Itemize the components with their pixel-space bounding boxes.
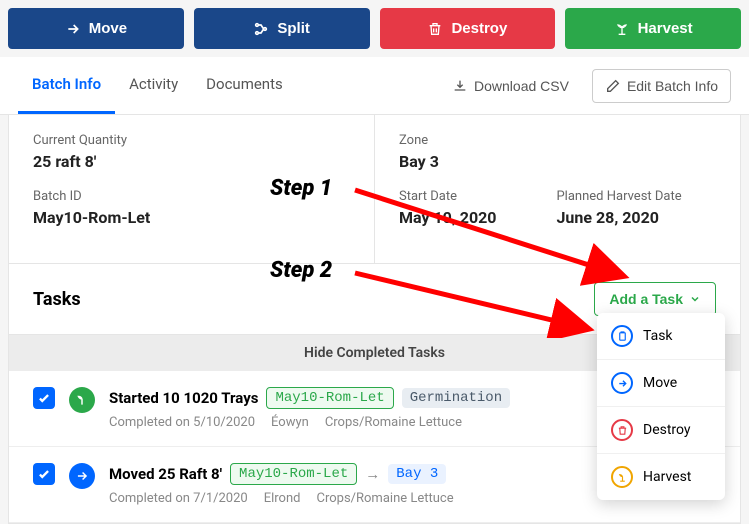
tasks-title: Tasks (33, 289, 81, 310)
dropdown-item-move[interactable]: Move (597, 360, 725, 407)
check-icon (37, 391, 51, 405)
destination-tag[interactable]: Bay 3 (388, 464, 446, 484)
batch-id-value: May10-Rom-Let (33, 208, 350, 227)
edit-icon (605, 78, 621, 94)
stage-tag[interactable]: Germination (402, 388, 510, 408)
chevron-down-icon (689, 293, 701, 305)
harvest-button[interactable]: Harvest (565, 8, 741, 49)
spacer-block (556, 133, 681, 171)
top-action-bar: Move Split Destroy Harvest (0, 0, 749, 57)
add-task-label: Add a Task (609, 291, 683, 307)
start-date-label: Start Date (399, 189, 496, 204)
plant-icon (611, 466, 633, 488)
download-icon (452, 78, 468, 94)
tab-batch-info[interactable]: Batch Info (18, 57, 115, 114)
arrow-right-icon (65, 21, 81, 37)
info-right-col2: Planned Harvest Date June 28, 2020 (556, 133, 681, 245)
dropdown-label: Task (643, 328, 673, 344)
current-quantity-label: Current Quantity (33, 133, 350, 148)
trash-icon (427, 21, 443, 37)
tab-bar: Batch Info Activity Documents Download C… (0, 57, 749, 115)
batch-id-label: Batch ID (33, 189, 350, 204)
batch-info-grid: Current Quantity 25 raft 8' Batch ID May… (8, 115, 741, 264)
clipboard-icon (611, 325, 633, 347)
task-title: Moved 25 Raft 8' (109, 465, 222, 483)
completed-date: Completed on 7/1/2020 (109, 491, 248, 506)
add-task-button[interactable]: Add a Task (594, 282, 716, 316)
zone-value: Bay 3 (399, 152, 496, 171)
zone-block: Zone Bay 3 (399, 133, 496, 171)
harvest-date-block: Planned Harvest Date June 28, 2020 (556, 189, 681, 227)
move-button-label: Move (89, 20, 127, 37)
tab-activity[interactable]: Activity (115, 57, 192, 114)
edit-batch-info-label: Edit Batch Info (627, 78, 718, 94)
split-button-label: Split (277, 20, 310, 37)
crop-path: Crops/Romaine Lettuce (316, 491, 453, 506)
info-left-column: Current Quantity 25 raft 8' Batch ID May… (9, 115, 374, 263)
check-icon (37, 467, 51, 481)
user-name: Éowyn (271, 415, 309, 430)
task-checkbox[interactable] (33, 387, 55, 409)
batch-tag[interactable]: May10-Rom-Let (230, 463, 357, 485)
destroy-button[interactable]: Destroy (380, 8, 556, 49)
batch-tag[interactable]: May10-Rom-Let (266, 387, 393, 409)
harvest-date-label: Planned Harvest Date (556, 189, 681, 204)
zone-label: Zone (399, 133, 496, 148)
start-date-value: May 10, 2020 (399, 208, 496, 227)
current-quantity-value: 25 raft 8' (33, 152, 350, 171)
dropdown-label: Destroy (643, 422, 691, 438)
download-csv-label: Download CSV (474, 78, 569, 94)
crop-path: Crops/Romaine Lettuce (325, 415, 462, 430)
move-button[interactable]: Move (8, 8, 184, 49)
arrow-separator-icon: → (365, 465, 380, 483)
arrow-right-icon (611, 372, 633, 394)
user-name: Elrond (264, 491, 301, 506)
download-csv-button[interactable]: Download CSV (439, 69, 582, 103)
dropdown-label: Harvest (643, 469, 691, 485)
destroy-button-label: Destroy (451, 20, 507, 37)
trash-icon (611, 419, 633, 441)
harvest-date-value: June 28, 2020 (556, 208, 681, 227)
edit-batch-info-button[interactable]: Edit Batch Info (592, 69, 731, 103)
dropdown-label: Move (643, 375, 677, 391)
task-title: Started 10 1020 Trays (109, 389, 258, 407)
tab-bar-actions: Download CSV Edit Batch Info (439, 69, 731, 103)
current-quantity-block: Current Quantity 25 raft 8' (33, 133, 350, 171)
start-date-block: Start Date May 10, 2020 (399, 189, 496, 227)
add-task-dropdown: Task Move Destroy Harvest (597, 313, 725, 500)
completed-date: Completed on 5/10/2020 (109, 415, 255, 430)
split-icon (253, 21, 269, 37)
info-right-column: Zone Bay 3 Start Date May 10, 2020 Plann… (374, 115, 740, 263)
move-task-icon (69, 463, 95, 489)
dropdown-item-task[interactable]: Task (597, 313, 725, 360)
task-checkbox[interactable] (33, 463, 55, 485)
plant-icon (614, 21, 630, 37)
dropdown-item-destroy[interactable]: Destroy (597, 407, 725, 454)
dropdown-item-harvest[interactable]: Harvest (597, 454, 725, 500)
batch-id-block: Batch ID May10-Rom-Let (33, 189, 350, 227)
info-right-col1: Zone Bay 3 Start Date May 10, 2020 (399, 133, 496, 245)
seedling-icon (69, 387, 95, 413)
tab-documents[interactable]: Documents (192, 57, 297, 114)
harvest-button-label: Harvest (638, 20, 693, 37)
split-button[interactable]: Split (194, 8, 370, 49)
